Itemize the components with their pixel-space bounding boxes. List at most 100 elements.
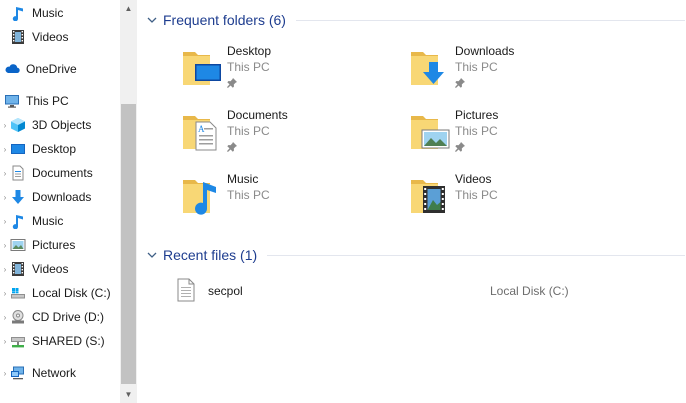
- nav-item-local-disk[interactable]: › Local Disk (C:): [0, 282, 120, 304]
- network-icon: [10, 365, 26, 381]
- music-note-icon: [10, 213, 26, 229]
- nav-item-music[interactable]: › Music: [0, 210, 120, 232]
- nav-item-this-pc[interactable]: This PC: [0, 90, 120, 112]
- nav-item-videos[interactable]: Videos: [0, 26, 120, 48]
- section-divider: [267, 254, 685, 256]
- cd-drive-icon: [10, 309, 26, 325]
- recent-files-header[interactable]: Recent files (1): [145, 245, 685, 265]
- nav-item-label: OneDrive: [26, 62, 77, 76]
- videos-folder-icon: [411, 180, 445, 213]
- file-name: secpol: [208, 284, 243, 298]
- pin-icon: [227, 78, 237, 88]
- section-title: Recent files (1): [163, 247, 258, 263]
- nav-item-label: Music: [32, 214, 64, 228]
- music-note-icon: [10, 5, 26, 21]
- expand-chevron-icon[interactable]: ›: [0, 282, 10, 304]
- folder-tile-pictures[interactable]: Pictures This PC: [409, 108, 629, 160]
- scroll-down-arrow-icon[interactable]: ▼: [120, 386, 137, 403]
- music-folder-icon: [183, 180, 216, 215]
- navigation-pane: Music Videos OneDrive This PC › 3D Objec…: [0, 0, 120, 403]
- desktop-folder-icon: [183, 52, 221, 85]
- folder-location: This PC: [455, 188, 498, 202]
- nav-item-label: This PC: [26, 94, 69, 108]
- chevron-down-icon[interactable]: [145, 17, 159, 24]
- folder-tile-desktop[interactable]: Desktop This PC: [181, 44, 401, 96]
- download-arrow-icon: [10, 189, 26, 205]
- file-location: Local Disk (C:): [490, 284, 569, 298]
- pin-icon: [227, 142, 237, 152]
- chevron-down-icon[interactable]: [145, 252, 159, 259]
- nav-item-onedrive[interactable]: OneDrive: [0, 58, 120, 80]
- folder-tile-downloads[interactable]: Downloads This PC: [409, 44, 629, 96]
- pin-icon: [455, 78, 465, 88]
- nav-item-shared[interactable]: › SHARED (S:): [0, 330, 120, 352]
- expand-chevron-icon[interactable]: ›: [0, 138, 10, 160]
- folder-location: This PC: [227, 124, 270, 138]
- document-icon: [10, 165, 26, 181]
- nav-item-label: Pictures: [32, 238, 76, 252]
- section-divider: [295, 19, 685, 21]
- folder-name: Music: [227, 172, 259, 186]
- nav-item-label: SHARED (S:): [32, 334, 105, 348]
- nav-item-desktop[interactable]: › Desktop: [0, 138, 120, 160]
- nav-item-label: Music: [32, 6, 64, 20]
- nav-item-label: Videos: [32, 262, 69, 276]
- folder-location: This PC: [227, 188, 270, 202]
- folder-tile-documents[interactable]: A Documents This PC: [181, 108, 401, 160]
- nav-item-label: 3D Objects: [32, 118, 92, 132]
- folder-location: This PC: [227, 60, 270, 74]
- nav-pane-scrollbar[interactable]: ▲ ▼: [120, 0, 137, 403]
- documents-folder-icon: A: [183, 116, 217, 151]
- folder-name: Downloads: [455, 44, 515, 58]
- nav-item-label: Network: [32, 366, 77, 380]
- desktop-icon: [10, 141, 26, 157]
- expand-chevron-icon[interactable]: ›: [0, 114, 10, 136]
- folder-tile-music[interactable]: Music This PC: [181, 172, 401, 224]
- folder-name: Desktop: [227, 44, 272, 58]
- expand-chevron-icon[interactable]: ›: [0, 258, 10, 280]
- frequent-folders-header[interactable]: Frequent folders (6): [145, 10, 685, 30]
- picture-icon: [10, 237, 26, 253]
- quick-access-content: Frequent folders (6) Desktop This PC Dow…: [137, 0, 686, 403]
- expand-chevron-icon[interactable]: ›: [0, 362, 10, 384]
- film-strip-icon: [10, 261, 26, 277]
- folder-name: Pictures: [455, 108, 499, 122]
- pin-icon: [455, 142, 465, 152]
- nav-item-cd-drive[interactable]: › CD Drive (D:): [0, 306, 120, 328]
- folder-location: This PC: [455, 124, 498, 138]
- cube-icon: [10, 117, 26, 133]
- nav-item-label: Videos: [32, 30, 69, 44]
- file-icon: [177, 278, 195, 302]
- hard-drive-icon: [10, 285, 26, 301]
- cloud-icon: [4, 61, 20, 77]
- folder-name: Videos: [455, 172, 492, 186]
- nav-item-label: Documents: [32, 166, 93, 180]
- nav-item-label: Downloads: [32, 190, 92, 204]
- scrollbar-thumb[interactable]: [121, 104, 136, 384]
- nav-item-label: CD Drive (D:): [32, 310, 104, 324]
- nav-item-videos[interactable]: › Videos: [0, 258, 120, 280]
- expand-chevron-icon[interactable]: ›: [0, 210, 10, 232]
- nav-item-downloads[interactable]: › Downloads: [0, 186, 120, 208]
- expand-chevron-icon[interactable]: ›: [0, 186, 10, 208]
- nav-item-music[interactable]: Music: [0, 2, 120, 24]
- nav-item-label: Local Disk (C:): [32, 286, 111, 300]
- scroll-up-arrow-icon[interactable]: ▲: [120, 0, 137, 17]
- network-drive-icon: [10, 333, 26, 349]
- expand-chevron-icon[interactable]: ›: [0, 306, 10, 328]
- nav-item-network[interactable]: › Network: [0, 362, 120, 384]
- expand-chevron-icon[interactable]: ›: [0, 330, 10, 352]
- expand-chevron-icon[interactable]: ›: [0, 234, 10, 256]
- nav-item-label: Desktop: [32, 142, 77, 156]
- section-title: Frequent folders (6): [163, 12, 286, 28]
- downloads-folder-icon: [411, 52, 444, 85]
- recent-file-row[interactable]: secpol Local Disk (C:): [173, 276, 683, 304]
- expand-chevron-icon[interactable]: ›: [0, 162, 10, 184]
- monitor-icon: [4, 93, 20, 109]
- nav-item-pictures[interactable]: › Pictures: [0, 234, 120, 256]
- folder-name: Documents: [227, 108, 288, 122]
- nav-item-documents[interactable]: › Documents: [0, 162, 120, 184]
- pictures-folder-icon: [411, 116, 450, 149]
- nav-item-3d-objects[interactable]: › 3D Objects: [0, 114, 120, 136]
- folder-tile-videos[interactable]: Videos This PC: [409, 172, 629, 224]
